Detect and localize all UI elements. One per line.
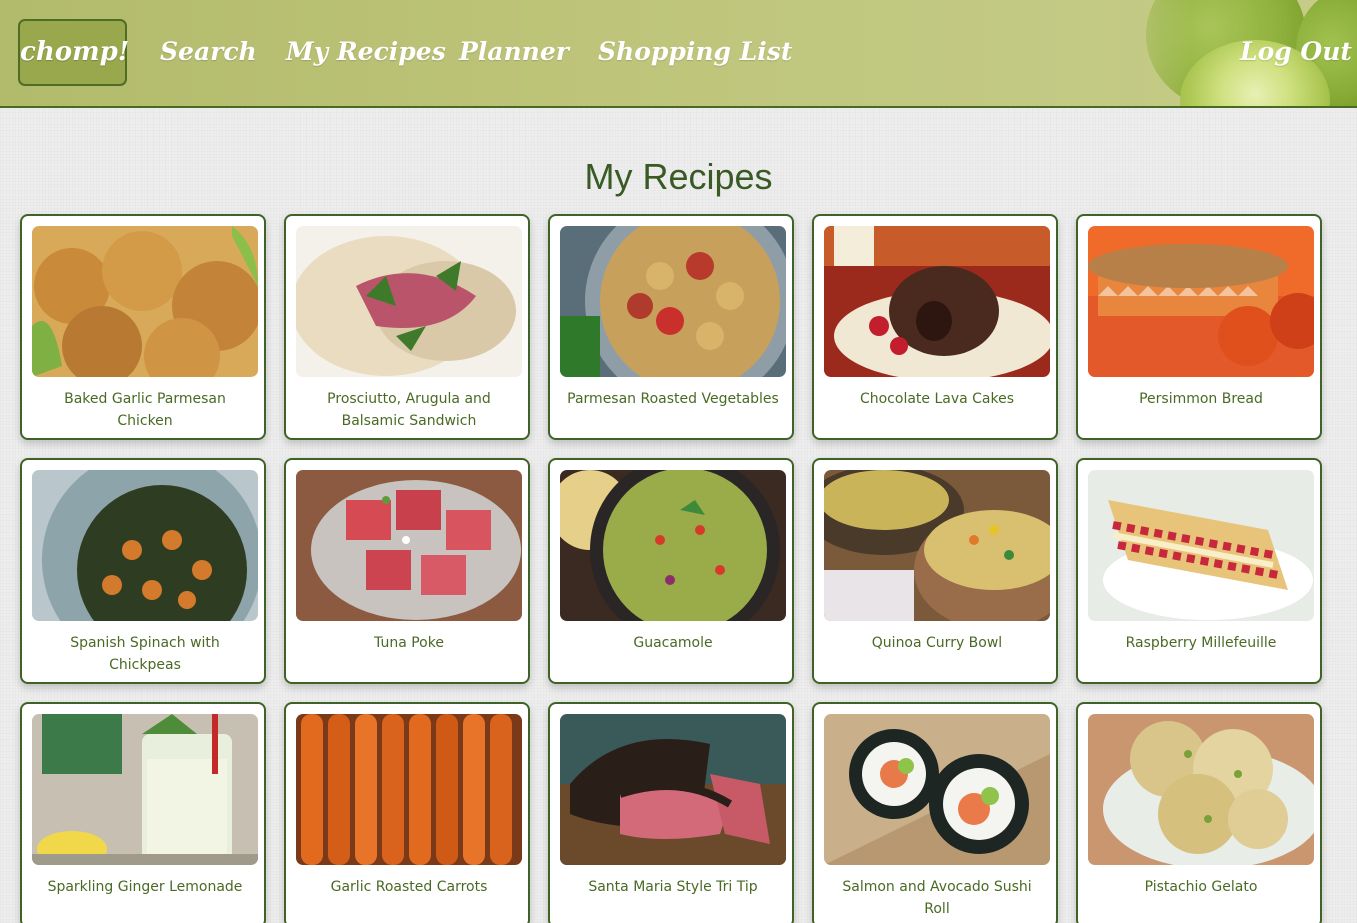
nav-my-recipes[interactable]: My Recipes	[286, 34, 446, 70]
recipe-card[interactable]: Prosciutto, Arugula and Balsamic Sandwic…	[284, 214, 530, 440]
recipe-card[interactable]: Tuna Poke	[284, 458, 530, 684]
nav-shopping-list[interactable]: Shopping List	[598, 34, 792, 70]
recipe-title[interactable]: Pistachio Gelato	[1092, 876, 1310, 898]
nav-search[interactable]: Search	[160, 34, 257, 70]
recipe-title[interactable]: Prosciutto, Arugula and Balsamic Sandwic…	[300, 388, 518, 432]
recipe-image[interactable]	[32, 714, 258, 865]
recipe-title[interactable]: Parmesan Roasted Vegetables	[564, 388, 782, 410]
recipe-card[interactable]: Chocolate Lava Cakes	[812, 214, 1058, 440]
recipe-title[interactable]: Garlic Roasted Carrots	[300, 876, 518, 898]
recipe-title[interactable]: Quinoa Curry Bowl	[828, 632, 1046, 654]
recipe-card[interactable]: Spanish Spinach with Chickpeas	[20, 458, 266, 684]
recipe-image[interactable]	[824, 226, 1050, 377]
recipe-title[interactable]: Santa Maria Style Tri Tip	[564, 876, 782, 898]
recipe-image[interactable]	[1088, 226, 1314, 377]
top-nav-bar: chomp! Search My Recipes Planner Shoppin…	[0, 0, 1357, 108]
recipe-card[interactable]: Parmesan Roasted Vegetables	[548, 214, 794, 440]
recipe-card[interactable]: Pistachio Gelato	[1076, 702, 1322, 923]
recipe-card[interactable]: Sparkling Ginger Lemonade	[20, 702, 266, 923]
recipe-title[interactable]: Sparkling Ginger Lemonade	[36, 876, 254, 898]
nav-planner[interactable]: Planner	[459, 34, 569, 70]
logout-link[interactable]: Log Out	[1240, 34, 1352, 70]
recipe-card[interactable]: Santa Maria Style Tri Tip	[548, 702, 794, 923]
recipe-image[interactable]	[560, 470, 786, 621]
recipe-image[interactable]	[824, 714, 1050, 865]
recipe-card[interactable]: Baked Garlic Parmesan Chicken	[20, 214, 266, 440]
recipe-image[interactable]	[296, 470, 522, 621]
recipe-image[interactable]	[824, 470, 1050, 621]
page-title: My Recipes	[584, 156, 773, 197]
recipe-title[interactable]: Guacamole	[564, 632, 782, 654]
recipe-image[interactable]	[296, 226, 522, 377]
recipe-card[interactable]: Guacamole	[548, 458, 794, 684]
recipe-image[interactable]	[1088, 714, 1314, 865]
recipe-title[interactable]: Persimmon Bread	[1092, 388, 1310, 410]
recipe-card[interactable]: Salmon and Avocado Sushi Roll	[812, 702, 1058, 923]
recipe-image[interactable]	[32, 470, 258, 621]
recipe-title[interactable]: Spanish Spinach with Chickpeas	[36, 632, 254, 676]
recipe-card[interactable]: Raspberry Millefeuille	[1076, 458, 1322, 684]
recipe-image[interactable]	[560, 226, 786, 377]
recipe-image[interactable]	[560, 714, 786, 865]
logo-button[interactable]: chomp!	[18, 19, 129, 86]
recipe-card[interactable]: Garlic Roasted Carrots	[284, 702, 530, 923]
recipe-image[interactable]	[1088, 470, 1314, 621]
recipe-title[interactable]: Chocolate Lava Cakes	[828, 388, 1046, 410]
recipe-title[interactable]: Salmon and Avocado Sushi Roll	[828, 876, 1046, 920]
main-nav: chomp! Search My Recipes Planner Shoppin…	[0, 0, 1357, 106]
recipe-card[interactable]: Quinoa Curry Bowl	[812, 458, 1058, 684]
recipe-title[interactable]: Raspberry Millefeuille	[1092, 632, 1310, 654]
recipe-image[interactable]	[32, 226, 258, 377]
recipe-title[interactable]: Tuna Poke	[300, 632, 518, 654]
recipe-title[interactable]: Baked Garlic Parmesan Chicken	[36, 388, 254, 432]
recipe-image[interactable]	[296, 714, 522, 865]
recipe-card[interactable]: Persimmon Bread	[1076, 214, 1322, 440]
